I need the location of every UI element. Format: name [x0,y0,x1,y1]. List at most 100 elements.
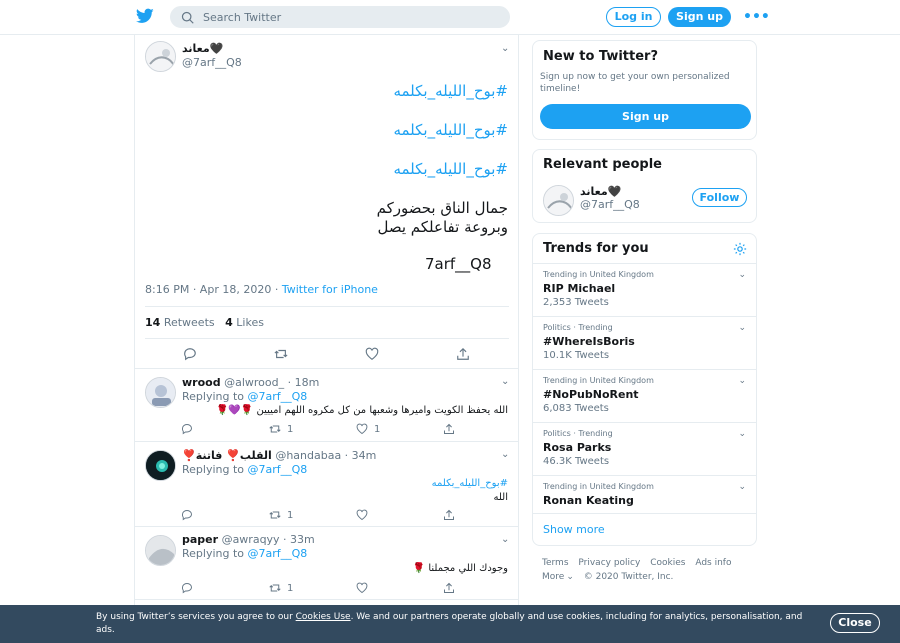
avatar[interactable] [145,450,176,481]
reply-actions: 1 [135,582,518,598]
chevron-down-icon[interactable]: ⌄ [738,376,746,386]
footer-more-link[interactable]: More ⌄ [542,572,574,582]
retweet-icon[interactable] [269,423,281,435]
avatar[interactable] [145,41,176,72]
twitter-bird-icon[interactable] [136,8,154,24]
main-tweet: معاند🖤 @7arf__Q8 ⌄ #بوح_الليله_بكلمه #بو… [135,35,518,369]
login-button[interactable]: Log in [606,7,661,27]
like-icon[interactable] [356,509,368,521]
footer-link-privacy[interactable]: Privacy policy [578,558,640,568]
trend-item[interactable]: Politics · Trending Rosa Parks 46.3K Twe… [533,422,756,475]
reply-author-name[interactable]: wrood [182,376,221,389]
author-handle[interactable]: @7arf__Q8 [182,56,242,69]
reply-tweet: ❣️القلب❣️ فاتنة @handabaa · 34m ⌄ Replyi… [135,442,518,527]
chevron-down-icon[interactable]: ⌄ [738,270,746,280]
reply-author-name[interactable]: ❣️القلب❣️ فاتنة [182,449,272,462]
retweet-icon[interactable] [274,347,288,361]
like-icon[interactable] [365,347,379,361]
gear-icon[interactable] [733,242,747,256]
trend-context: Trending in United Kingdom [543,376,654,385]
sidebar-signup-button[interactable]: Sign up [540,104,751,129]
retweet-icon[interactable] [269,509,281,521]
relevant-person-name[interactable]: معاند🖤 [580,185,621,198]
chevron-down-icon[interactable]: ⌄ [501,43,509,54]
chevron-down-icon[interactable]: ⌄ [738,429,746,439]
tweet-actions [135,347,518,363]
reply-hashtag-link[interactable]: #بوح_الليله_بكلمه [432,478,508,489]
retweets-count[interactable]: 14 [145,316,160,329]
signup-button[interactable]: Sign up [668,7,731,27]
chevron-down-icon[interactable]: ⌄ [501,449,509,460]
replying-to-handle[interactable]: @7arf__Q8 [248,390,308,403]
share-icon[interactable] [443,423,455,435]
avatar[interactable] [543,185,574,216]
trend-title[interactable]: RIP Michael [543,282,615,295]
trend-item[interactable]: Politics · Trending #WhereIsBoris 10.1K … [533,316,756,369]
hashtag-link[interactable]: #بوح_الليله_بكلمه [393,160,508,178]
chevron-down-icon[interactable]: ⌄ [501,376,509,387]
show-more-link[interactable]: Show more [543,523,605,536]
reply-icon[interactable] [183,347,197,361]
more-options-icon[interactable]: ••• [743,9,770,25]
avatar[interactable] [145,535,176,566]
close-button[interactable]: Close [830,613,880,633]
share-icon[interactable] [456,347,470,361]
replying-to-handle[interactable]: @7arf__Q8 [248,463,308,476]
footer-more-label[interactable]: More [542,572,564,582]
chevron-down-icon[interactable]: ⌄ [738,482,746,492]
avatar[interactable] [145,377,176,408]
trend-title[interactable]: #WhereIsBoris [543,335,635,348]
divider [533,513,756,514]
like-icon[interactable] [356,423,368,435]
relevant-person-handle[interactable]: @7arf__Q8 [580,198,640,211]
search-box[interactable] [170,6,510,28]
reply-author[interactable]: wrood @alwrood_ · 18m [182,376,319,389]
retweets-label[interactable]: Retweets [164,316,215,329]
share-icon[interactable] [443,509,455,521]
reply-text: الله يحفظ الكويت واميرها وشعبها من كل مك… [215,405,508,416]
chevron-down-icon[interactable]: ⌄ [738,323,746,333]
share-icon[interactable] [443,582,455,594]
trend-title[interactable]: Ronan Keating [543,494,634,507]
follow-button[interactable]: Follow [692,188,747,207]
retweet-icon[interactable] [269,582,281,594]
reply-author-handle[interactable]: @alwrood_ · 18m [224,376,319,389]
tweet-signature: 7arf__Q8 [425,255,492,273]
trend-item[interactable]: Trending in United Kingdom Ronan Keating… [533,475,756,513]
hashtag-link[interactable]: #بوح_الليله_بكلمه [393,121,508,139]
footer-link-terms[interactable]: Terms [542,558,569,568]
replying-to-prefix: Replying to [182,390,248,403]
search-input[interactable] [203,9,493,26]
likes-label[interactable]: Likes [236,316,264,329]
reply-icon[interactable] [181,582,193,594]
reply-author[interactable]: ❣️القلب❣️ فاتنة @handabaa · 34m [182,449,376,462]
footer-row: More ⌄ © 2020 Twitter, Inc. [542,572,680,582]
footer-link-ads[interactable]: Ads info [695,558,731,568]
likes-count[interactable]: 4 [225,316,233,329]
card-subtitle: Sign up now to get your own personalized… [540,72,730,94]
trend-context: Trending in United Kingdom [543,482,654,491]
trend-title[interactable]: Rosa Parks [543,441,611,454]
replying-to-handle[interactable]: @7arf__Q8 [248,547,308,560]
avatar-image-icon [146,451,175,480]
reply-author[interactable]: paper @awraqyy · 33m [182,533,315,546]
footer-link-cookies[interactable]: Cookies [650,558,685,568]
trend-item[interactable]: Trending in United Kingdom #NoPubNoRent … [533,369,756,422]
author-name[interactable]: معاند🖤 [182,42,223,55]
trend-item[interactable]: Trending in United Kingdom RIP Michael 2… [533,263,756,316]
reply-author-name[interactable]: paper [182,533,218,546]
tweet-source-link[interactable]: Twitter for iPhone [282,283,378,296]
reply-author-handle[interactable]: @handabaa · 34m [275,449,376,462]
trend-context: Trending in United Kingdom [543,270,654,279]
like-icon[interactable] [356,582,368,594]
cookie-text: By using Twitter’s services you agree to… [96,611,816,637]
replying-to-prefix: Replying to [182,547,248,560]
cookie-use-link[interactable]: Cookies Use [296,612,351,622]
trend-title[interactable]: #NoPubNoRent [543,388,639,401]
reply-icon[interactable] [181,423,193,435]
tweet-timestamp[interactable]: 8:16 PM · Apr 18, 2020 · [145,283,282,296]
chevron-down-icon[interactable]: ⌄ [501,534,509,545]
hashtag-link[interactable]: #بوح_الليله_بكلمه [393,82,508,100]
reply-icon[interactable] [181,509,193,521]
reply-author-handle[interactable]: @awraqyy · 33m [222,533,315,546]
